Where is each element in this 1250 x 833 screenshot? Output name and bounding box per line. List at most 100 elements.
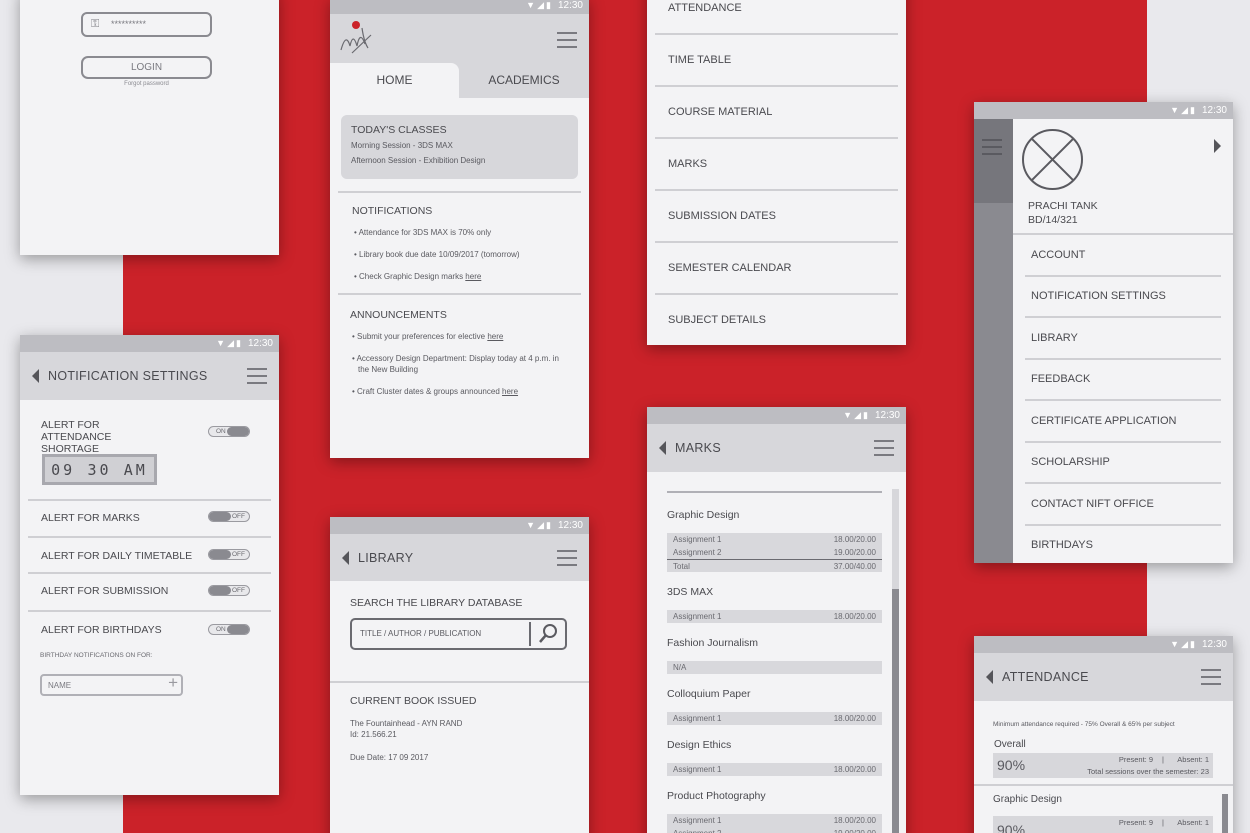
overall-absent: Absent: 1: [1177, 755, 1209, 764]
login-button[interactable]: LOGIN: [81, 56, 212, 79]
timetable-alert-row: ALERT FOR DAILY TIMETABLE OFF: [28, 538, 271, 574]
page-title: NOTIFICATION SETTINGS: [48, 369, 208, 383]
drawer-menu-item[interactable]: ACCOUNT: [1025, 235, 1221, 277]
name-placeholder: NAME: [48, 681, 72, 690]
hamburger-menu-icon[interactable]: [874, 440, 894, 456]
app-bar: NOTIFICATION SETTINGS: [20, 352, 279, 400]
forgot-password-link[interactable]: Forgot password: [81, 81, 212, 87]
library-search-field[interactable]: TITLE / AUTHOR / PUBLICATION: [350, 618, 567, 650]
status-icons: ▼◢▮: [526, 0, 553, 10]
marks-row: Assignment 2 19.00/20.00: [667, 827, 882, 833]
hamburger-menu-icon[interactable]: [247, 368, 267, 384]
gd-absent: Absent: 1: [1177, 818, 1209, 827]
marks-row: N/A: [667, 661, 882, 674]
birthday-notifications-label: BIRTHDAY NOTIFICATIONS ON FOR:: [40, 652, 153, 659]
status-icons: ▼◢▮: [843, 410, 870, 420]
graphic-design-marks-link[interactable]: here: [465, 272, 481, 281]
dimmed-background[interactable]: [974, 119, 1013, 563]
marks-alert-row: ALERT FOR MARKS OFF: [28, 501, 271, 538]
current-book-section: CURRENT BOOK ISSUED The Fountainhead - A…: [330, 683, 589, 774]
app-bar: ATTENDANCE: [974, 653, 1233, 701]
craft-cluster-link[interactable]: here: [502, 387, 518, 396]
drawer-menu-item[interactable]: CERTIFICATE APPLICATION: [1025, 401, 1221, 443]
timetable-toggle[interactable]: OFF: [208, 549, 250, 560]
name-input[interactable]: NAME +: [40, 673, 183, 696]
academics-menu-item[interactable]: MARKS: [655, 139, 898, 191]
todays-classes-card[interactable]: TODAY'S CLASSES Morning Session - 3DS MA…: [341, 115, 578, 179]
status-time: 12:30: [557, 520, 583, 531]
time-ampm: AM: [123, 460, 148, 479]
search-title: SEARCH THE LIBRARY DATABASE: [350, 597, 523, 609]
graphic-design-attendance-bar: 90% Present: 9 | Absent: 1: [993, 816, 1213, 833]
attendance-screen: ▼◢▮ 12:30 ATTENDANCE Minimum attendance …: [974, 636, 1233, 833]
marks-row: Assignment 1 18.00/20.00: [667, 712, 882, 725]
status-bar: ▼◢▮ 12:30: [330, 0, 589, 14]
attendance-toggle[interactable]: ON: [208, 426, 250, 437]
announcement-item: • Accessory Design Department: Display t…: [352, 354, 559, 374]
submission-toggle[interactable]: OFF: [208, 585, 250, 596]
back-arrow-icon[interactable]: [986, 670, 993, 684]
time-display[interactable]: 09 30 AM: [42, 454, 157, 485]
marks-screen: ▼◢▮ 12:30 MARKS Graphic Design Assignment…: [647, 407, 906, 833]
user-name: PRACHI TANK: [1028, 200, 1098, 212]
profile-drawer-screen: ▼◢▮ 12:30 PRACHI TANK BD/14/321 ACCOUNT N…: [974, 102, 1233, 563]
tab-academics-label: ACADEMICS: [488, 73, 560, 87]
tab-academics[interactable]: ACADEMICS: [459, 63, 589, 98]
notifications-section: NOTIFICATIONS • Attendance for 3DS MAX i…: [330, 193, 589, 282]
status-bar: ▼◢▮ 12:30: [647, 407, 906, 424]
hamburger-menu-icon[interactable]: [557, 549, 577, 566]
scrollbar[interactable]: [1222, 794, 1228, 833]
notification-settings-screen: ▼◢▮ 12:30 NOTIFICATION SETTINGS ALERT FO…: [20, 335, 279, 795]
status-bar: ▼◢▮ 12:30: [974, 102, 1233, 119]
search-icon[interactable]: [537, 623, 559, 650]
assignment-name: Assignment 1: [673, 765, 722, 774]
avatar[interactable]: [1021, 128, 1084, 191]
academics-menu-item[interactable]: SUBMISSION DATES: [655, 191, 898, 243]
search-input[interactable]: TITLE / AUTHOR / PUBLICATION: [360, 629, 481, 638]
attendance-min-note: Minimum attendance required - 75% Overal…: [993, 721, 1175, 728]
status-time: 12:30: [1201, 639, 1227, 650]
overall-percent: 90%: [997, 757, 1026, 773]
overall-label: Overall: [994, 739, 1026, 750]
assignment-score: 18.00/20.00: [833, 714, 876, 723]
graphic-design-label: Graphic Design: [993, 794, 1062, 805]
login-screen: ⚿ ********** LOGIN Forgot password: [20, 0, 279, 255]
back-arrow-icon[interactable]: [659, 441, 666, 455]
overall-present: Present: 9: [1118, 755, 1153, 764]
elective-preferences-link[interactable]: here: [487, 332, 503, 341]
academics-menu-item[interactable]: COURSE MATERIAL: [655, 87, 898, 139]
overall-attendance-bar: 90% Present: 9 | Absent: 1 Total session…: [993, 753, 1213, 778]
drawer-menu-item[interactable]: FEEDBACK: [1025, 360, 1221, 401]
academics-menu-item[interactable]: SUBJECT DETAILS: [655, 295, 898, 345]
class-2: Afternoon Session - Exhibition Design: [351, 156, 486, 165]
expand-arrow-icon[interactable]: [1214, 139, 1221, 153]
hamburger-menu-icon[interactable]: [1201, 669, 1221, 685]
password-field[interactable]: ⚿ **********: [81, 12, 212, 37]
drawer-menu-item[interactable]: LIBRARY: [1025, 318, 1221, 360]
birthdays-alert-label: ALERT FOR BIRTHDAYS: [41, 624, 162, 636]
add-icon[interactable]: +: [168, 673, 178, 693]
drawer-menu-item[interactable]: BIRTHDAYS: [1025, 526, 1221, 564]
gd-percent: 90%: [997, 822, 1026, 833]
hamburger-menu-icon[interactable]: [557, 32, 577, 48]
back-arrow-icon[interactable]: [342, 550, 349, 565]
academics-menu-item[interactable]: ATTENDANCE: [655, 0, 898, 35]
status-time: 12:30: [557, 0, 583, 11]
marks-row: Total 37.00/40.00: [667, 559, 882, 572]
notification-item: • Check Graphic Design marks here: [354, 272, 482, 281]
birthdays-toggle[interactable]: ON: [208, 624, 250, 635]
hamburger-menu-icon[interactable]: [982, 139, 1002, 155]
password-mask: **********: [111, 19, 147, 29]
scrollbar[interactable]: [892, 489, 899, 833]
status-time: 12:30: [1201, 105, 1227, 116]
tab-home[interactable]: HOME: [330, 63, 459, 98]
drawer-menu-item[interactable]: CONTACT NIFT OFFICE: [1025, 484, 1221, 526]
drawer-menu-item[interactable]: NOTIFICATION SETTINGS: [1025, 277, 1221, 318]
assignment-score: 18.00/20.00: [833, 765, 876, 774]
academics-menu-item[interactable]: TIME TABLE: [655, 35, 898, 87]
drawer-menu-item[interactable]: SCHOLARSHIP: [1025, 443, 1221, 484]
academics-menu-item[interactable]: SEMESTER CALENDAR: [655, 243, 898, 295]
back-arrow-icon[interactable]: [32, 369, 39, 383]
subject-name: Product Photography: [667, 790, 766, 802]
marks-toggle[interactable]: OFF: [208, 511, 250, 522]
